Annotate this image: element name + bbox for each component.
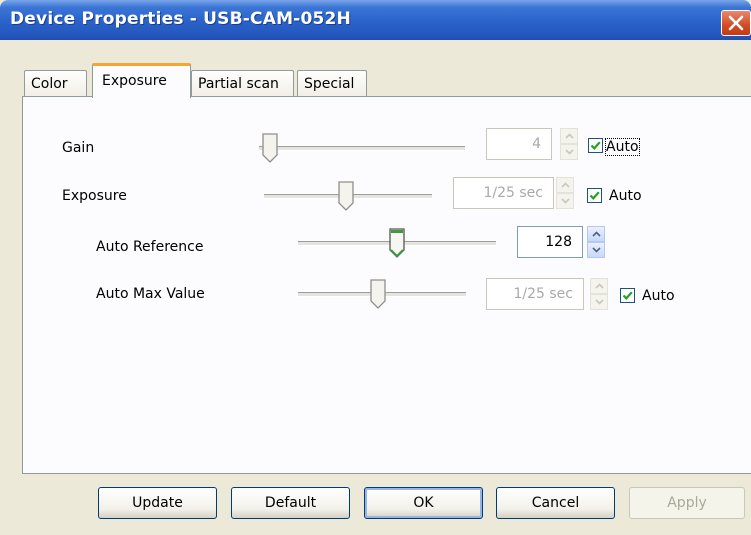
check-icon	[590, 141, 601, 151]
tab-color[interactable]: Color	[24, 70, 87, 96]
auto-max-value-down-button[interactable]	[590, 294, 608, 310]
spin-down-icon	[592, 247, 601, 253]
spin-down-icon	[565, 149, 574, 155]
auto-max-value-auto-label[interactable]: Auto	[642, 288, 675, 304]
exposure-label: Exposure	[62, 188, 127, 204]
gain-up-button[interactable]	[560, 128, 578, 144]
title-bar[interactable]: Device Properties - USB-CAM-052H	[0, 0, 751, 40]
exposure-spinner[interactable]: 1/25 sec	[453, 177, 581, 209]
gain-auto-label[interactable]: Auto	[605, 138, 640, 156]
auto-max-value-label: Auto Max Value	[96, 286, 205, 302]
auto-max-value-auto-checkbox[interactable]	[620, 288, 635, 303]
spin-up-icon	[595, 283, 604, 289]
tab-exposure[interactable]: Exposure	[92, 63, 191, 98]
close-icon	[728, 15, 744, 31]
gain-auto-checkbox[interactable]	[588, 138, 603, 153]
spin-up-icon	[565, 133, 574, 139]
spin-down-icon	[595, 299, 604, 305]
close-button[interactable]	[721, 10, 751, 36]
slider-thumb-icon[interactable]	[389, 228, 405, 258]
window-title: Device Properties - USB-CAM-052H	[10, 9, 351, 29]
tab-partial-scan[interactable]: Partial scan	[191, 70, 294, 96]
exposure-up-button[interactable]	[556, 177, 574, 193]
slider-thumb-icon[interactable]	[262, 133, 278, 163]
auto-reference-down-button[interactable]	[587, 242, 605, 258]
auto-max-value-slider[interactable]	[298, 279, 466, 309]
slider-thumb-icon[interactable]	[338, 181, 354, 211]
check-icon	[622, 291, 633, 301]
device-properties-window: Device Properties - USB-CAM-052H Color E…	[0, 0, 751, 535]
cancel-button[interactable]: Cancel	[496, 487, 615, 519]
apply-button[interactable]: Apply	[629, 487, 745, 519]
auto-reference-up-button[interactable]	[587, 226, 605, 242]
auto-reference-slider[interactable]	[298, 228, 496, 258]
exposure-auto-checkbox[interactable]	[587, 188, 602, 203]
auto-max-value-spinner[interactable]: 1/25 sec	[486, 278, 610, 310]
slider-thumb-icon[interactable]	[370, 279, 386, 309]
exposure-value-field[interactable]: 1/25 sec	[453, 177, 554, 209]
auto-reference-value-field[interactable]: 128	[517, 226, 583, 258]
spin-up-icon	[592, 231, 601, 237]
auto-reference-label: Auto Reference	[96, 239, 204, 255]
update-button[interactable]: Update	[98, 487, 217, 519]
spin-down-icon	[561, 198, 570, 204]
tab-special[interactable]: Special	[297, 70, 367, 96]
default-button[interactable]: Default	[231, 487, 350, 519]
ok-button[interactable]: OK	[364, 487, 483, 519]
gain-slider[interactable]	[259, 133, 465, 163]
exposure-down-button[interactable]	[556, 193, 574, 209]
check-icon	[589, 191, 600, 201]
auto-reference-spinner[interactable]: 128	[517, 226, 610, 258]
exposure-auto-label[interactable]: Auto	[609, 188, 642, 204]
gain-value-field[interactable]: 4	[486, 128, 552, 160]
gain-down-button[interactable]	[560, 144, 578, 160]
gain-label: Gain	[62, 140, 95, 156]
exposure-slider[interactable]	[264, 181, 432, 211]
spin-up-icon	[561, 182, 570, 188]
auto-max-value-up-button[interactable]	[590, 278, 608, 294]
auto-max-value-field[interactable]: 1/25 sec	[486, 278, 584, 310]
gain-spinner[interactable]: 4	[486, 128, 584, 160]
